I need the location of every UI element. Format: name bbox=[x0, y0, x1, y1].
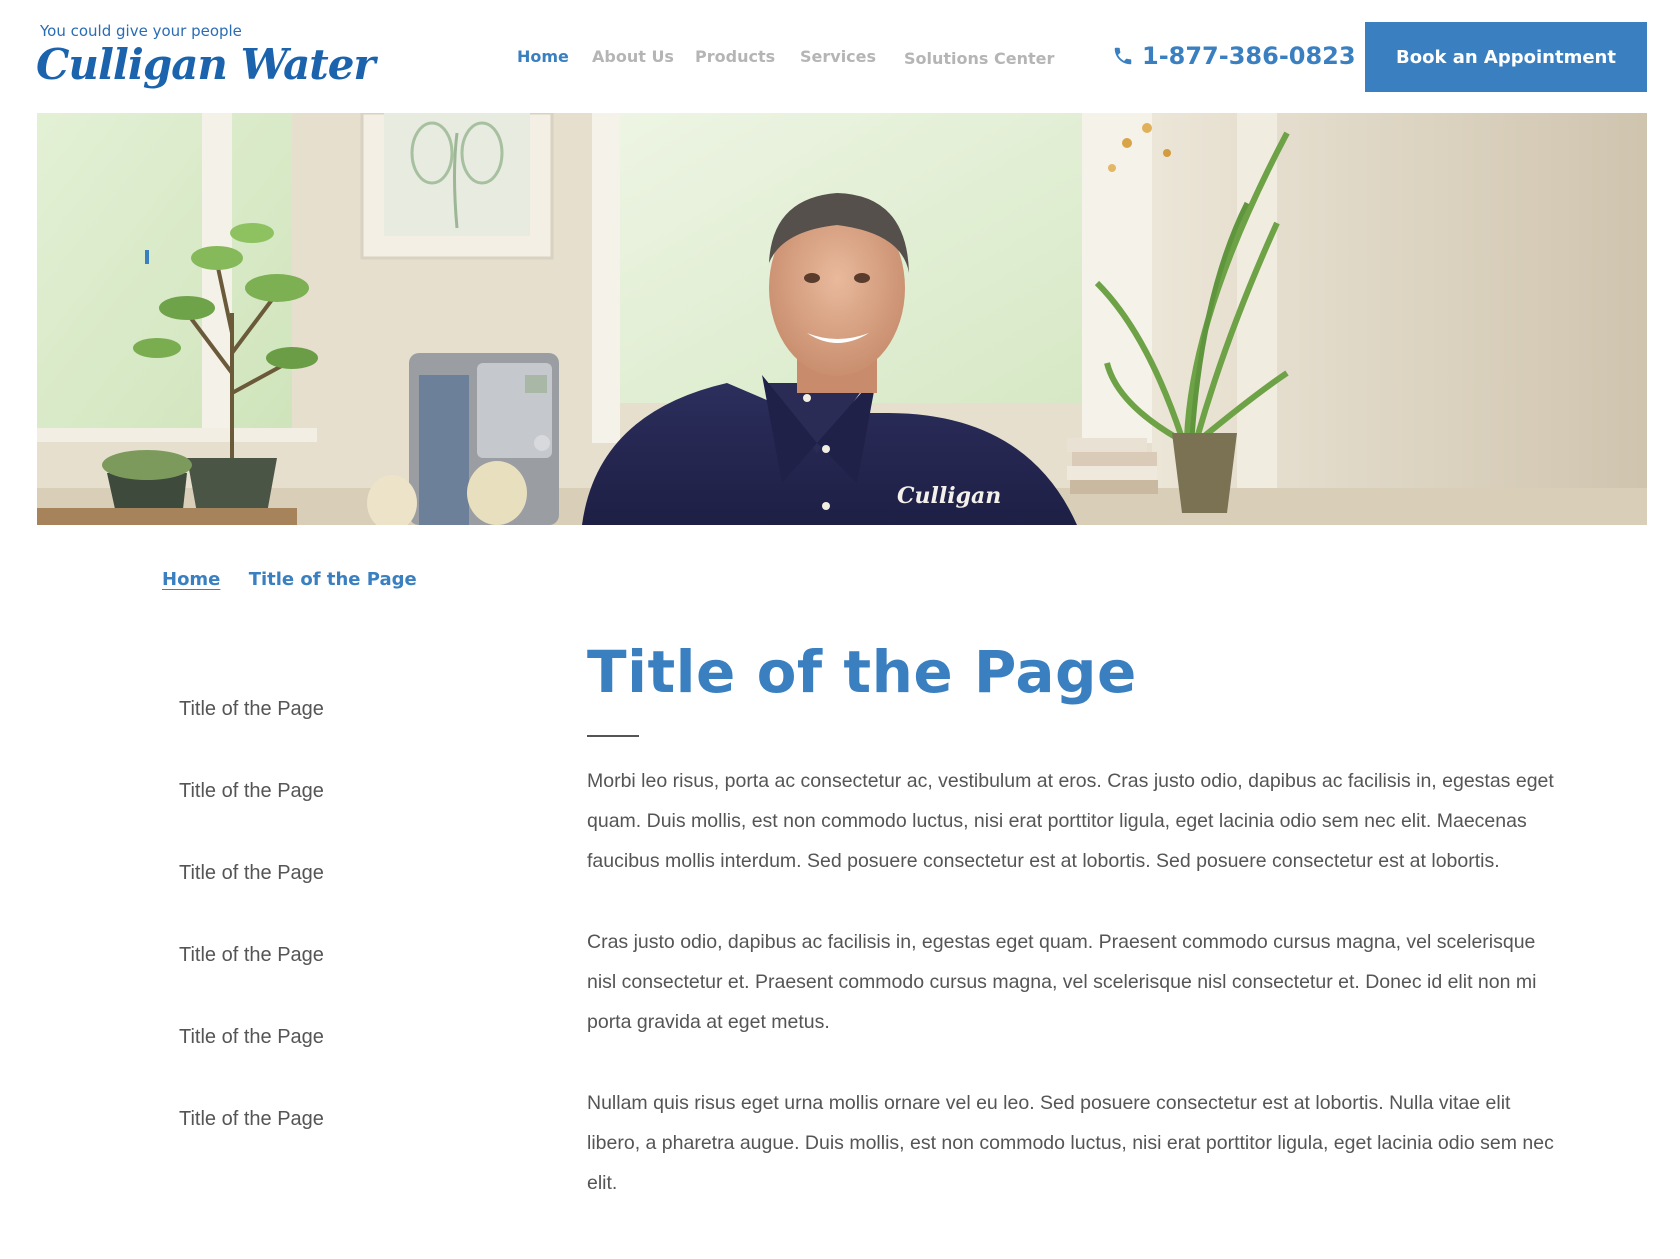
logo-tagline: You could give your people bbox=[40, 22, 242, 40]
sidebar-link-3[interactable]: Title of the Page bbox=[179, 862, 324, 884]
title-divider bbox=[587, 735, 639, 737]
body-paragraph-1: Morbi leo risus, porta ac consectetur ac… bbox=[587, 770, 1554, 872]
main-content: Title of the Page Morbi leo risus, porta… bbox=[587, 632, 1557, 1203]
sidebar-item: Title of the Page bbox=[179, 862, 324, 944]
hero-left-window bbox=[37, 113, 292, 433]
hero-banner: Culligan bbox=[37, 113, 1647, 525]
sidebar-link-5[interactable]: Title of the Page bbox=[179, 1026, 324, 1048]
culligan-logo[interactable]: You could give your people Culligan Wate… bbox=[36, 22, 376, 102]
breadcrumb-current: Title of the Page bbox=[248, 569, 417, 590]
sidebar-item: Title of the Page bbox=[179, 1026, 324, 1108]
site-header: You could give your people Culligan Wate… bbox=[0, 0, 1680, 113]
sidebar-link-1[interactable]: Title of the Page bbox=[179, 698, 324, 720]
sidebar-link-4[interactable]: Title of the Page bbox=[179, 944, 324, 966]
nav-item-home[interactable]: Home bbox=[517, 47, 569, 66]
breadcrumb: Home Title of the Page bbox=[162, 569, 417, 590]
phone-number: 1-877-386-0823 bbox=[1142, 42, 1356, 70]
sidebar-link-6[interactable]: Title of the Page bbox=[179, 1108, 324, 1130]
book-appointment-button[interactable]: Book an Appointment bbox=[1365, 22, 1647, 92]
logo-wordmark: Culligan Water bbox=[36, 40, 376, 89]
body-paragraph-2: Cras justo odio, dapibus ac facilisis in… bbox=[587, 931, 1537, 1033]
nav-item-about-us[interactable]: About Us bbox=[592, 47, 674, 66]
sidebar-item: Title of the Page bbox=[179, 780, 324, 862]
shirt-logo: Culligan bbox=[897, 483, 1001, 509]
hero-books bbox=[1067, 438, 1158, 494]
nav-item-services[interactable]: Services bbox=[800, 47, 876, 66]
phone-icon bbox=[1114, 47, 1132, 65]
sidebar-item: Title of the Page bbox=[179, 944, 324, 1026]
hero-image: Culligan bbox=[37, 113, 1647, 525]
logo-trademark: ® bbox=[286, 68, 292, 75]
nav-item-solutions-center[interactable]: Solutions Center bbox=[904, 49, 1054, 68]
page-title: Title of the Page bbox=[587, 638, 1137, 706]
breadcrumb-home-link[interactable]: Home bbox=[162, 569, 220, 590]
hero-accent-mark bbox=[145, 250, 149, 264]
sidebar-item: Title of the Page bbox=[179, 698, 324, 780]
phone-link[interactable]: 1-877-386-0823 bbox=[1112, 42, 1356, 70]
sidebar-nav: Title of the Page Title of the Page Titl… bbox=[179, 698, 324, 1190]
body-paragraph-3: Nullam quis risus eget urna mollis ornar… bbox=[587, 1092, 1554, 1194]
nav-item-products[interactable]: Products bbox=[695, 47, 775, 66]
sidebar-item: Title of the Page bbox=[179, 1108, 324, 1190]
sidebar-link-2[interactable]: Title of the Page bbox=[179, 780, 324, 802]
